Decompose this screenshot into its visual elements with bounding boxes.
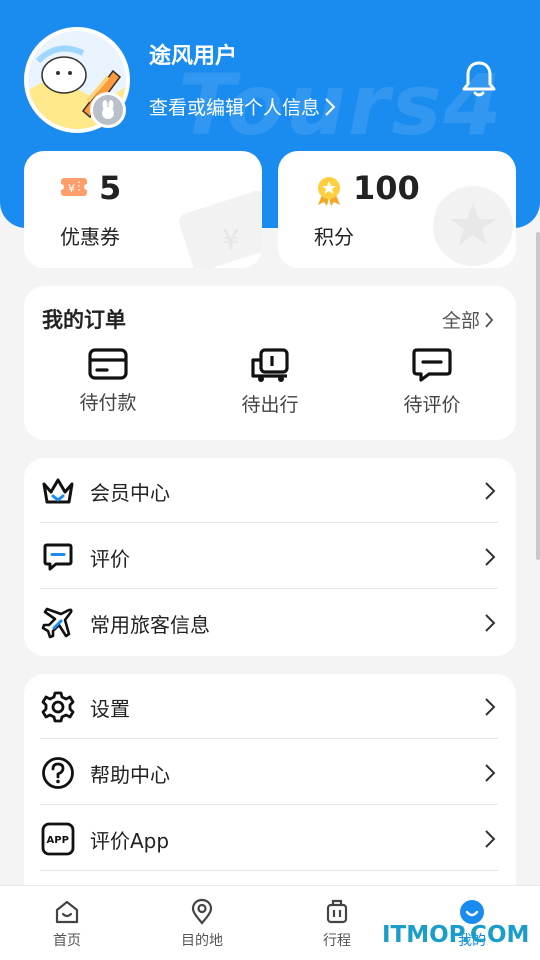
orders-all-link[interactable]: 全部 <box>442 306 494 333</box>
chevron-right-icon <box>485 614 496 632</box>
notification-bell-icon[interactable] <box>458 58 500 100</box>
svg-text:APP: APP <box>47 835 69 846</box>
divider <box>40 804 498 805</box>
menu-item-label: 常用旅客信息 <box>90 612 210 637</box>
divider <box>40 738 498 739</box>
menu-item-help[interactable]: 帮助中心 <box>40 740 498 806</box>
divider <box>40 588 498 589</box>
home-icon <box>55 900 79 924</box>
chevron-right-icon <box>485 482 496 500</box>
tab-label: 目的地 <box>181 933 223 949</box>
airplane-icon <box>40 605 76 641</box>
chevron-right-icon <box>485 311 494 328</box>
order-pending-review-label: 待评价 <box>403 394 461 416</box>
menu-item-label: 设置 <box>90 696 130 721</box>
comment-icon <box>412 348 452 382</box>
menu-item-label: 会员中心 <box>90 480 170 505</box>
coupon-icon: ¥ <box>58 175 90 203</box>
menu-item-settings[interactable]: 设置 <box>40 674 498 740</box>
divider <box>40 522 498 523</box>
divider <box>40 870 498 871</box>
orders-all-label: 全部 <box>441 310 480 332</box>
menu-group-services: 会员中心 评价 常用旅客信息 <box>24 458 516 656</box>
tab-home[interactable]: 首页 <box>17 898 117 950</box>
order-pending-payment[interactable]: 待付款 <box>48 346 168 415</box>
location-pin-icon <box>191 898 213 925</box>
menu-item-label: 评价 <box>90 546 130 571</box>
menu-item-label: 评价App <box>90 828 170 853</box>
app-icon: APP <box>40 821 76 857</box>
menu-item-reviews[interactable]: 评价 <box>40 524 498 590</box>
card-payment-icon <box>88 348 128 380</box>
menu-item-label: 帮助中心 <box>90 762 170 787</box>
order-pending-travel-label: 待出行 <box>241 394 299 416</box>
scrollbar[interactable] <box>536 232 540 560</box>
menu-item-travelers[interactable]: 常用旅客信息 <box>40 590 498 656</box>
points-card[interactable]: 100 积分 <box>278 151 516 268</box>
coupon-label: 优惠券 <box>60 225 120 249</box>
chevron-right-icon <box>485 698 496 716</box>
svg-text:¥: ¥ <box>68 182 75 195</box>
site-watermark: ITMOP.COM <box>382 922 530 948</box>
menu-group-general: 设置 帮助中心 APP 评价App <box>24 674 516 914</box>
order-pending-travel[interactable]: 待出行 <box>210 346 330 417</box>
points-count: 100 <box>353 169 420 207</box>
chevron-right-icon <box>485 830 496 848</box>
crown-icon <box>40 473 76 509</box>
order-pending-review[interactable]: 待评价 <box>372 346 492 417</box>
chevron-right-icon <box>485 764 496 782</box>
coupon-card[interactable]: ¥ ¥ 5 优惠券 <box>24 151 262 268</box>
chevron-right-icon <box>325 97 336 116</box>
menu-item-rate-app[interactable]: APP 评价App <box>40 806 498 872</box>
avatar-badge-icon <box>90 92 126 128</box>
gear-icon <box>40 689 76 725</box>
order-pending-payment-label: 待付款 <box>79 392 137 414</box>
orders-card: 我的订单 全部 待付款 待出行 待评价 <box>24 286 516 440</box>
question-icon <box>40 755 76 791</box>
tab-label: 首页 <box>53 933 81 949</box>
tab-label: 行程 <box>323 933 351 949</box>
points-medal-icon <box>314 175 344 211</box>
chevron-right-icon <box>485 548 496 566</box>
tab-itinerary[interactable]: 行程 <box>287 898 387 950</box>
edit-profile-label: 查看或编辑个人信息 <box>149 97 321 119</box>
comment-icon <box>40 539 76 575</box>
luggage-cart-icon <box>251 348 289 382</box>
points-label: 积分 <box>314 225 354 249</box>
coupon-count: 5 <box>99 169 122 207</box>
menu-item-membership[interactable]: 会员中心 <box>40 458 498 524</box>
suitcase-icon <box>326 899 348 924</box>
tab-destination[interactable]: 目的地 <box>152 898 252 950</box>
svg-text:¥: ¥ <box>222 223 240 256</box>
orders-title: 我的订单 <box>42 308 126 332</box>
username: 途风用户 <box>149 44 238 69</box>
edit-profile-link[interactable]: 查看或编辑个人信息 <box>149 93 336 120</box>
